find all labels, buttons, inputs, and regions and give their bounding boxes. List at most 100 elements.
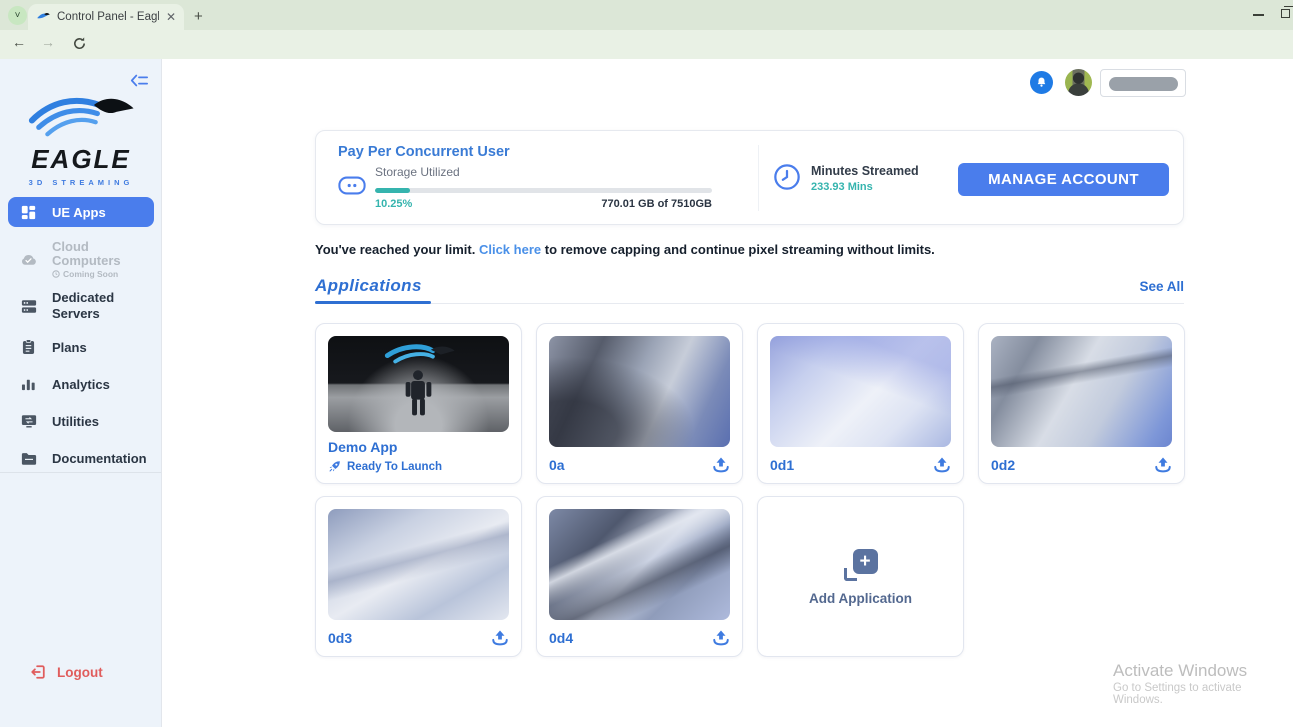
manage-account-button[interactable]: MANAGE ACCOUNT xyxy=(958,163,1169,196)
brand-logo: EAGLE 3D STREAMING xyxy=(0,91,162,187)
sidebar-item-label: Analytics xyxy=(52,376,110,392)
storage-label: Storage Utilized xyxy=(375,165,460,179)
limit-notice: You've reached your limit. Click here to… xyxy=(315,242,935,257)
app-name: 0a xyxy=(549,457,565,473)
upload-icon[interactable] xyxy=(712,630,730,646)
plan-card: Pay Per Concurrent User Storage Utilized… xyxy=(315,130,1184,225)
logout-icon xyxy=(31,665,45,679)
app-card-0d4[interactable]: 0d4 xyxy=(536,496,743,657)
logout-label: Logout xyxy=(57,664,103,680)
app-thumbnail xyxy=(770,336,951,447)
rocket-icon xyxy=(329,461,340,472)
sidebar-item-ue-apps[interactable]: UE Apps xyxy=(8,197,154,227)
activate-windows-watermark: Activate Windows xyxy=(1113,661,1248,680)
eagle-favicon-icon xyxy=(37,13,50,19)
app-name: 0d3 xyxy=(328,630,353,646)
user-avatar[interactable] xyxy=(1065,69,1092,96)
storage-detail: 770.01 GB of 7510GB xyxy=(601,198,712,210)
app-card-0d1[interactable]: 0d1 xyxy=(757,323,964,484)
applications-title: Applications xyxy=(315,276,422,295)
sidebar-divider xyxy=(0,472,161,473)
forward-button[interactable]: → xyxy=(41,34,55,50)
sidebar-item-cloud-computers[interactable]: Cloud Computers Coming Soon xyxy=(0,239,162,279)
sidebar-item-label: UE Apps xyxy=(52,204,106,220)
app-thumbnail xyxy=(549,509,730,620)
sidebar-nav: UE Apps Cloud Computers Coming Soon Dedi… xyxy=(0,197,162,485)
upload-icon[interactable] xyxy=(712,457,730,473)
sidebar-item-analytics[interactable]: Analytics xyxy=(0,374,162,394)
tab-title: Control Panel - Eagle xyxy=(57,11,159,23)
tab-search-button[interactable]: ˅ xyxy=(8,6,27,25)
plan-card-divider xyxy=(758,145,759,211)
app-thumbnail xyxy=(991,336,1172,447)
brand-subtitle: 3D STREAMING xyxy=(28,178,134,187)
click-here-link[interactable]: Click here xyxy=(479,242,541,257)
folder-doc-icon xyxy=(20,452,37,465)
app-name: 0d4 xyxy=(549,630,574,646)
clipboard-icon xyxy=(20,339,37,355)
activate-windows-subtext: Go to Settings to activate Windows. xyxy=(1113,682,1242,706)
app-name: Demo App xyxy=(328,439,398,455)
reload-button[interactable] xyxy=(72,36,87,51)
sidebar-item-label: Dedicated Servers xyxy=(52,289,115,322)
add-application-icon: + xyxy=(843,549,878,581)
app-thumbnail xyxy=(549,336,730,447)
app-name: 0d1 xyxy=(770,457,795,473)
sidebar-item-utilities[interactable]: Utilities xyxy=(0,411,162,431)
storage-icon xyxy=(338,176,366,195)
servers-icon xyxy=(20,299,37,314)
apps-grid-icon xyxy=(20,205,37,220)
coming-soon-badge: Coming Soon xyxy=(52,269,152,279)
upload-icon[interactable] xyxy=(933,457,951,473)
eagle-logo-icon xyxy=(28,97,134,137)
sidebar-item-label: Plans xyxy=(52,339,87,355)
browser-tab[interactable]: Control Panel - Eagle ✕ xyxy=(28,4,184,30)
app-card-demo[interactable]: Demo App Ready To Launch xyxy=(315,323,522,484)
new-tab-button[interactable]: + xyxy=(194,8,203,25)
redacted-username xyxy=(1109,77,1178,91)
cloud-icon xyxy=(20,253,37,266)
app-card-0d2[interactable]: 0d2 xyxy=(978,323,1185,484)
back-button[interactable]: ← xyxy=(12,34,26,50)
limit-prefix: You've reached your limit. xyxy=(315,242,479,257)
demo-scene-graphic xyxy=(384,344,455,416)
minutes-value: 233.93 Mins xyxy=(811,181,873,193)
see-all-link[interactable]: See All xyxy=(1139,279,1184,294)
upload-icon[interactable] xyxy=(491,630,509,646)
clock-mini-icon xyxy=(52,270,60,278)
clock-icon xyxy=(774,164,800,190)
minutes-label: Minutes Streamed xyxy=(811,164,919,178)
app-thumbnail xyxy=(328,509,509,620)
main-content: Pay Per Concurrent User Storage Utilized… xyxy=(162,59,1293,727)
bar-chart-icon xyxy=(20,377,37,391)
app-name: 0d2 xyxy=(991,457,1016,473)
app-status-text: Ready To Launch xyxy=(347,460,442,473)
sidebar-item-label: Documentation xyxy=(52,450,147,466)
app-card-0d3[interactable]: 0d3 xyxy=(315,496,522,657)
sidebar-item-plans[interactable]: Plans xyxy=(0,337,162,357)
app-card-0a[interactable]: 0a xyxy=(536,323,743,484)
restore-window-button[interactable] xyxy=(1281,6,1293,18)
upload-icon[interactable] xyxy=(1154,457,1172,473)
tab-close-icon[interactable]: ✕ xyxy=(166,10,176,24)
sidebar-item-documentation[interactable]: Documentation xyxy=(0,448,162,468)
collapse-sidebar-button[interactable] xyxy=(130,73,148,88)
applications-header: Applications See All xyxy=(315,276,1184,304)
sidebar-item-dedicated-servers[interactable]: Dedicated Servers xyxy=(0,290,162,323)
sidebar: EAGLE 3D STREAMING UE Apps Cloud Compute… xyxy=(0,59,162,727)
minimize-button[interactable] xyxy=(1253,14,1264,16)
applications-active-underline xyxy=(315,301,431,304)
monitor-arrows-icon xyxy=(20,414,37,428)
add-application-card[interactable]: + Add Application xyxy=(757,496,964,657)
sidebar-item-label: Cloud Computers xyxy=(52,239,121,269)
screen: ˅ Control Panel - Eagle ✕ + ← → EAGLE 3D… xyxy=(0,0,1293,727)
app-thumbnail xyxy=(328,336,509,432)
storage-progress-fill xyxy=(375,188,410,193)
account-name-box[interactable] xyxy=(1100,69,1186,97)
notifications-button[interactable] xyxy=(1030,71,1053,94)
browser-toolbar: ← → newcontrolpanel.eagle3dstreaming.com… xyxy=(0,30,1293,86)
applications-grid: Demo App Ready To Launch 0a 0d1 0d2 0d3 … xyxy=(315,323,1199,657)
logout-button[interactable]: Logout xyxy=(30,664,103,680)
limit-suffix: to remove capping and continue pixel str… xyxy=(541,242,935,257)
sidebar-item-label: Utilities xyxy=(52,413,99,429)
